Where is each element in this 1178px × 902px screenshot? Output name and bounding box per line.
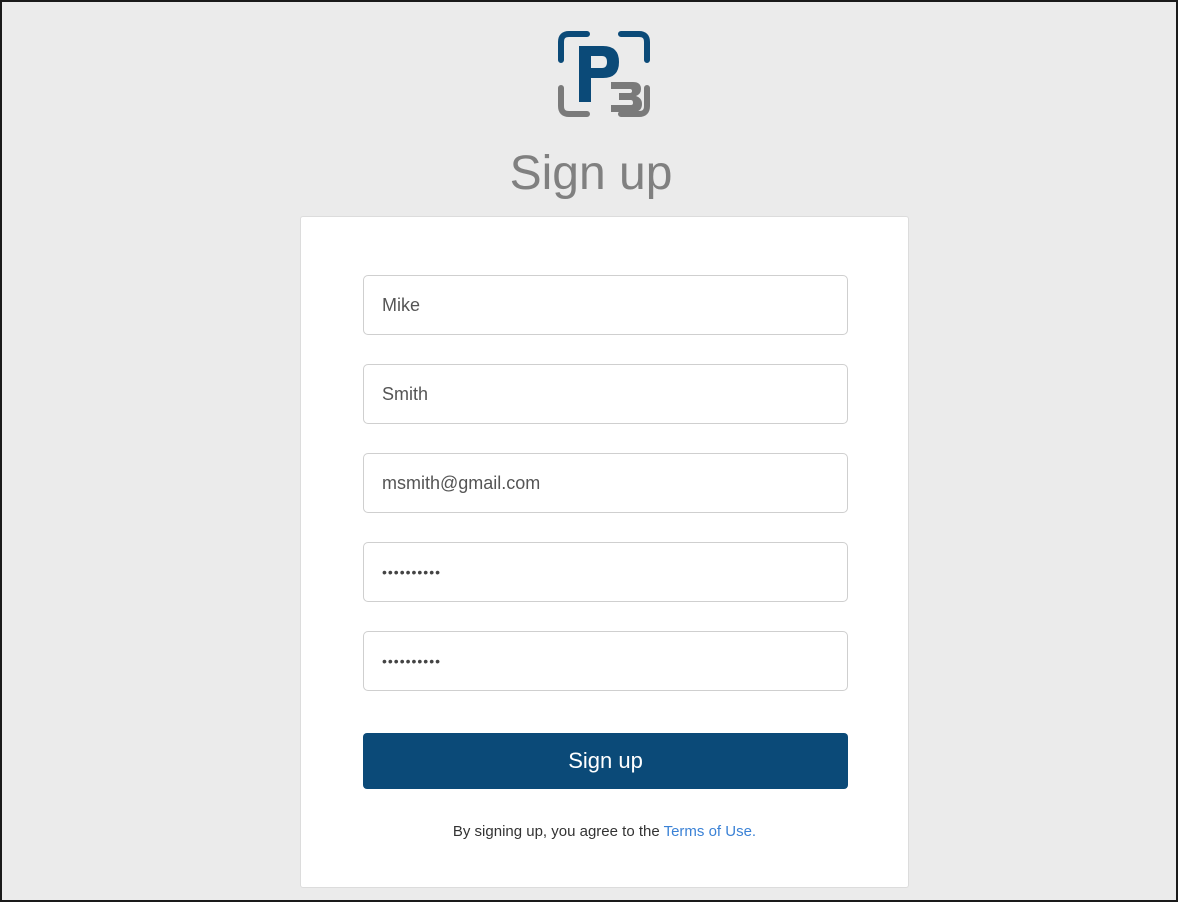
- confirm-password-input[interactable]: [363, 631, 848, 691]
- password-input[interactable]: [363, 542, 848, 602]
- last-name-input[interactable]: [363, 364, 848, 424]
- first-name-input[interactable]: [363, 275, 848, 335]
- terms-prefix-text: By signing up, you agree to the: [452, 823, 664, 840]
- sign-up-button[interactable]: Sign up: [363, 733, 848, 789]
- p3-logo-icon: [557, 30, 651, 118]
- signup-card: Sign up By signing up, you agree to the …: [300, 216, 909, 888]
- email-input[interactable]: [363, 453, 848, 513]
- terms-notice: By signing up, you agree to the Terms of…: [301, 821, 908, 843]
- signup-page: Sign up Sign up By signing up, you agree…: [0, 0, 1178, 902]
- page-title: Sign up: [509, 147, 673, 200]
- terms-of-use-link[interactable]: Terms of Use.: [664, 823, 757, 840]
